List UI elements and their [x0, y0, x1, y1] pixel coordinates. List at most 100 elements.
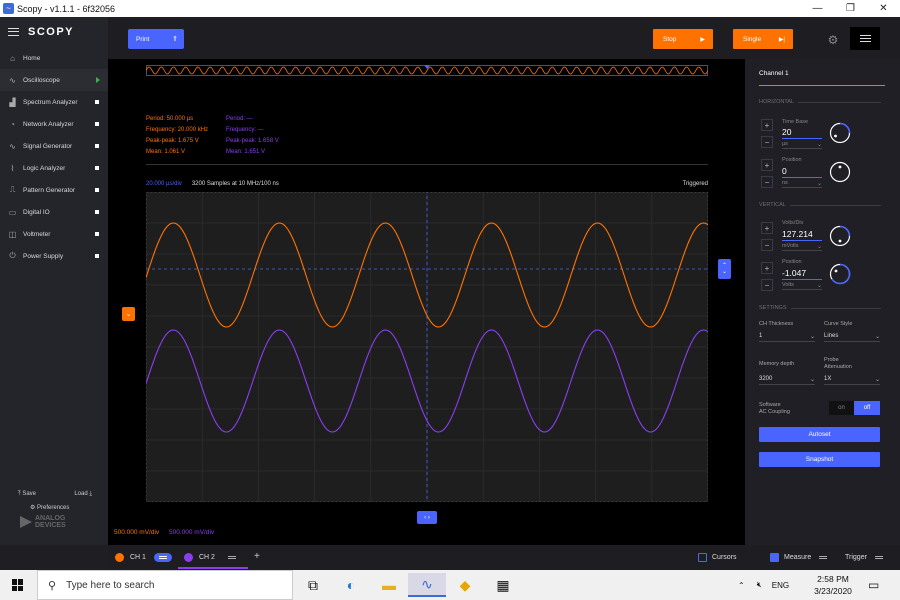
settings-gear-icon[interactable]: ⚙	[826, 33, 840, 47]
sidebar-item-spectrum-analyzer[interactable]: ▟ Spectrum Analyzer	[0, 91, 108, 113]
volume-muted-icon[interactable]: 🔇︎	[757, 580, 762, 590]
trigger-level-handle[interactable]: ⌃ ⌄	[718, 259, 731, 279]
cursors-checkbox[interactable]	[698, 553, 707, 562]
measure-checkbox[interactable]	[770, 553, 779, 562]
stop-button[interactable]: Stop ▶	[653, 29, 713, 49]
close-button[interactable]: ✕	[867, 0, 900, 17]
print-button[interactable]: Print ⇑	[128, 29, 184, 49]
load-button[interactable]: Load ⤓	[74, 491, 92, 498]
measure-toggle[interactable]: Measure	[770, 545, 828, 570]
windows-start-icon[interactable]	[12, 579, 24, 591]
h-position-label: Position	[782, 157, 802, 163]
ch1-menu-button[interactable]	[153, 553, 172, 562]
sidebar-item-digital-io[interactable]: ▭ Digital IO	[0, 201, 108, 223]
volts-div-increment-button[interactable]: +	[761, 222, 773, 234]
sidebar-item-signal-generator[interactable]: ∿ Signal Generator	[0, 135, 108, 157]
v-position-input[interactable]: -1.047	[782, 268, 822, 280]
notification-icon[interactable]: ▭	[868, 570, 879, 600]
language-indicator[interactable]: ENG	[772, 581, 789, 590]
sidebar-item-pattern-generator[interactable]: ⎍ Pattern Generator	[0, 179, 108, 201]
toggle-off-option[interactable]: off	[854, 401, 880, 415]
h-position-knob[interactable]	[829, 161, 851, 183]
oscilloscope-plot[interactable]	[146, 192, 708, 502]
h-position-increment-button[interactable]: +	[761, 159, 773, 171]
autoset-button[interactable]: Autoset	[759, 427, 880, 442]
scopy-logo: SCOPY	[28, 26, 75, 38]
volts-div-decrement-button[interactable]: −	[761, 239, 773, 251]
ch-thickness-select[interactable]: 1 ⌄	[759, 333, 815, 342]
trigger-position-handle[interactable]: ‹ ›	[417, 511, 437, 524]
tool-status-indicator[interactable]	[95, 210, 99, 214]
curve-style-select[interactable]: Lines ⌄	[824, 333, 880, 342]
running-indicator-icon[interactable]	[96, 77, 100, 83]
tool-status-indicator[interactable]	[95, 254, 99, 258]
hamburger-menu-icon[interactable]	[8, 28, 19, 36]
tool-status-indicator[interactable]	[95, 232, 99, 236]
ch2-peak-peak: Peak-peak: 1.658 V	[226, 138, 279, 144]
tool-status-indicator[interactable]	[95, 122, 99, 126]
tool-status-indicator[interactable]	[95, 188, 99, 192]
sidebar-item-voltmeter[interactable]: ◫ Voltmeter	[0, 223, 108, 245]
ch2-menu-button[interactable]	[223, 553, 241, 562]
v-position-unit-select[interactable]: Volts ⌄	[782, 282, 822, 290]
v-position-knob[interactable]	[829, 263, 851, 285]
time-base-unit-select[interactable]: µs ⌄	[782, 141, 822, 149]
calculator-icon[interactable]: ▦	[484, 573, 522, 597]
cursors-label: Cursors	[712, 554, 737, 561]
edge-browser-icon[interactable]: ◐	[332, 573, 370, 597]
single-button[interactable]: Single ▶|	[733, 29, 793, 49]
time-base-knob[interactable]	[829, 122, 851, 144]
sidebar-item-power-supply[interactable]: ⏻ Power Supply	[0, 245, 108, 267]
volts-div-input[interactable]: 127.214	[782, 229, 822, 241]
v-position-decrement-button[interactable]: −	[761, 279, 773, 291]
sidebar-item-logic-analyzer[interactable]: ⌇ Logic Analyzer	[0, 157, 108, 179]
minimize-button[interactable]: —	[801, 0, 834, 17]
volts-div-knob[interactable]	[829, 225, 851, 247]
taskbar-clock[interactable]: 2:58 PM 3/23/2020	[804, 573, 862, 597]
vertical-label: VERTICAL	[759, 202, 786, 208]
chevron-up-icon[interactable]: ⌃	[738, 581, 745, 590]
taskbar-search-box[interactable]: ⚲ Type here to search	[37, 570, 293, 600]
tab-ch1[interactable]: CH 1	[115, 545, 172, 570]
tool-status-indicator[interactable]	[95, 144, 99, 148]
scopy-taskbar-icon[interactable]: ∿	[408, 573, 446, 597]
file-explorer-icon[interactable]: ▬	[370, 573, 408, 597]
h-position-input[interactable]: 0	[782, 166, 822, 178]
sidebar-header: SCOPY	[0, 17, 108, 47]
probe-attenuation-select[interactable]: 1X ⌄	[824, 376, 880, 385]
time-base-increment-button[interactable]: +	[761, 119, 773, 131]
h-position-unit-select[interactable]: ns ⌄	[782, 180, 822, 188]
tool-status-indicator[interactable]	[95, 100, 99, 104]
ac-coupling-toggle[interactable]: on off	[829, 401, 880, 415]
waveform-overview[interactable]	[146, 65, 708, 77]
snapshot-button[interactable]: Snapshot	[759, 452, 880, 467]
tool-status-indicator[interactable]	[95, 166, 99, 170]
save-button[interactable]: ⤒ Save	[18, 491, 36, 498]
volts-div-unit-select[interactable]: mVolts ⌄	[782, 243, 822, 251]
sidebar-item-oscilloscope[interactable]: ∿ Oscilloscope	[0, 69, 108, 91]
add-channel-button[interactable]: +	[254, 551, 260, 562]
sidebar-item-home[interactable]: ⌂ Home	[0, 47, 108, 69]
trigger-menu-icon[interactable]	[874, 555, 883, 560]
v-position-increment-button[interactable]: +	[761, 262, 773, 274]
ch1-offset-handle[interactable]: ⌄	[122, 307, 135, 321]
toggle-on-option[interactable]: on	[829, 401, 854, 415]
time-base-decrement-button[interactable]: −	[761, 136, 773, 148]
digital-icon: ▭	[8, 207, 17, 217]
time-base-input[interactable]: 20	[782, 127, 822, 139]
load-icon: ⤓	[87, 491, 92, 497]
sidebar-item-label: Power Supply	[23, 252, 64, 260]
memory-depth-value: 3200	[759, 376, 773, 382]
trigger-toggle[interactable]: Trigger	[845, 545, 883, 570]
volts-div-unit: mVolts	[782, 243, 799, 249]
sidebar-item-network-analyzer[interactable]: ◔ Network Analyzer	[0, 113, 108, 135]
restore-button[interactable]: ❐	[834, 0, 867, 17]
preferences-button[interactable]: ⚙ Preferences	[0, 504, 108, 511]
task-view-icon[interactable]: ⧉	[294, 573, 332, 597]
binance-app-icon[interactable]: ◆	[446, 573, 484, 597]
cursors-toggle[interactable]: Cursors	[698, 545, 737, 570]
general-settings-button[interactable]	[850, 27, 880, 50]
h-position-decrement-button[interactable]: −	[761, 176, 773, 188]
measure-menu-icon[interactable]	[819, 555, 828, 560]
memory-depth-select[interactable]: 3200 ⌄	[759, 376, 815, 385]
